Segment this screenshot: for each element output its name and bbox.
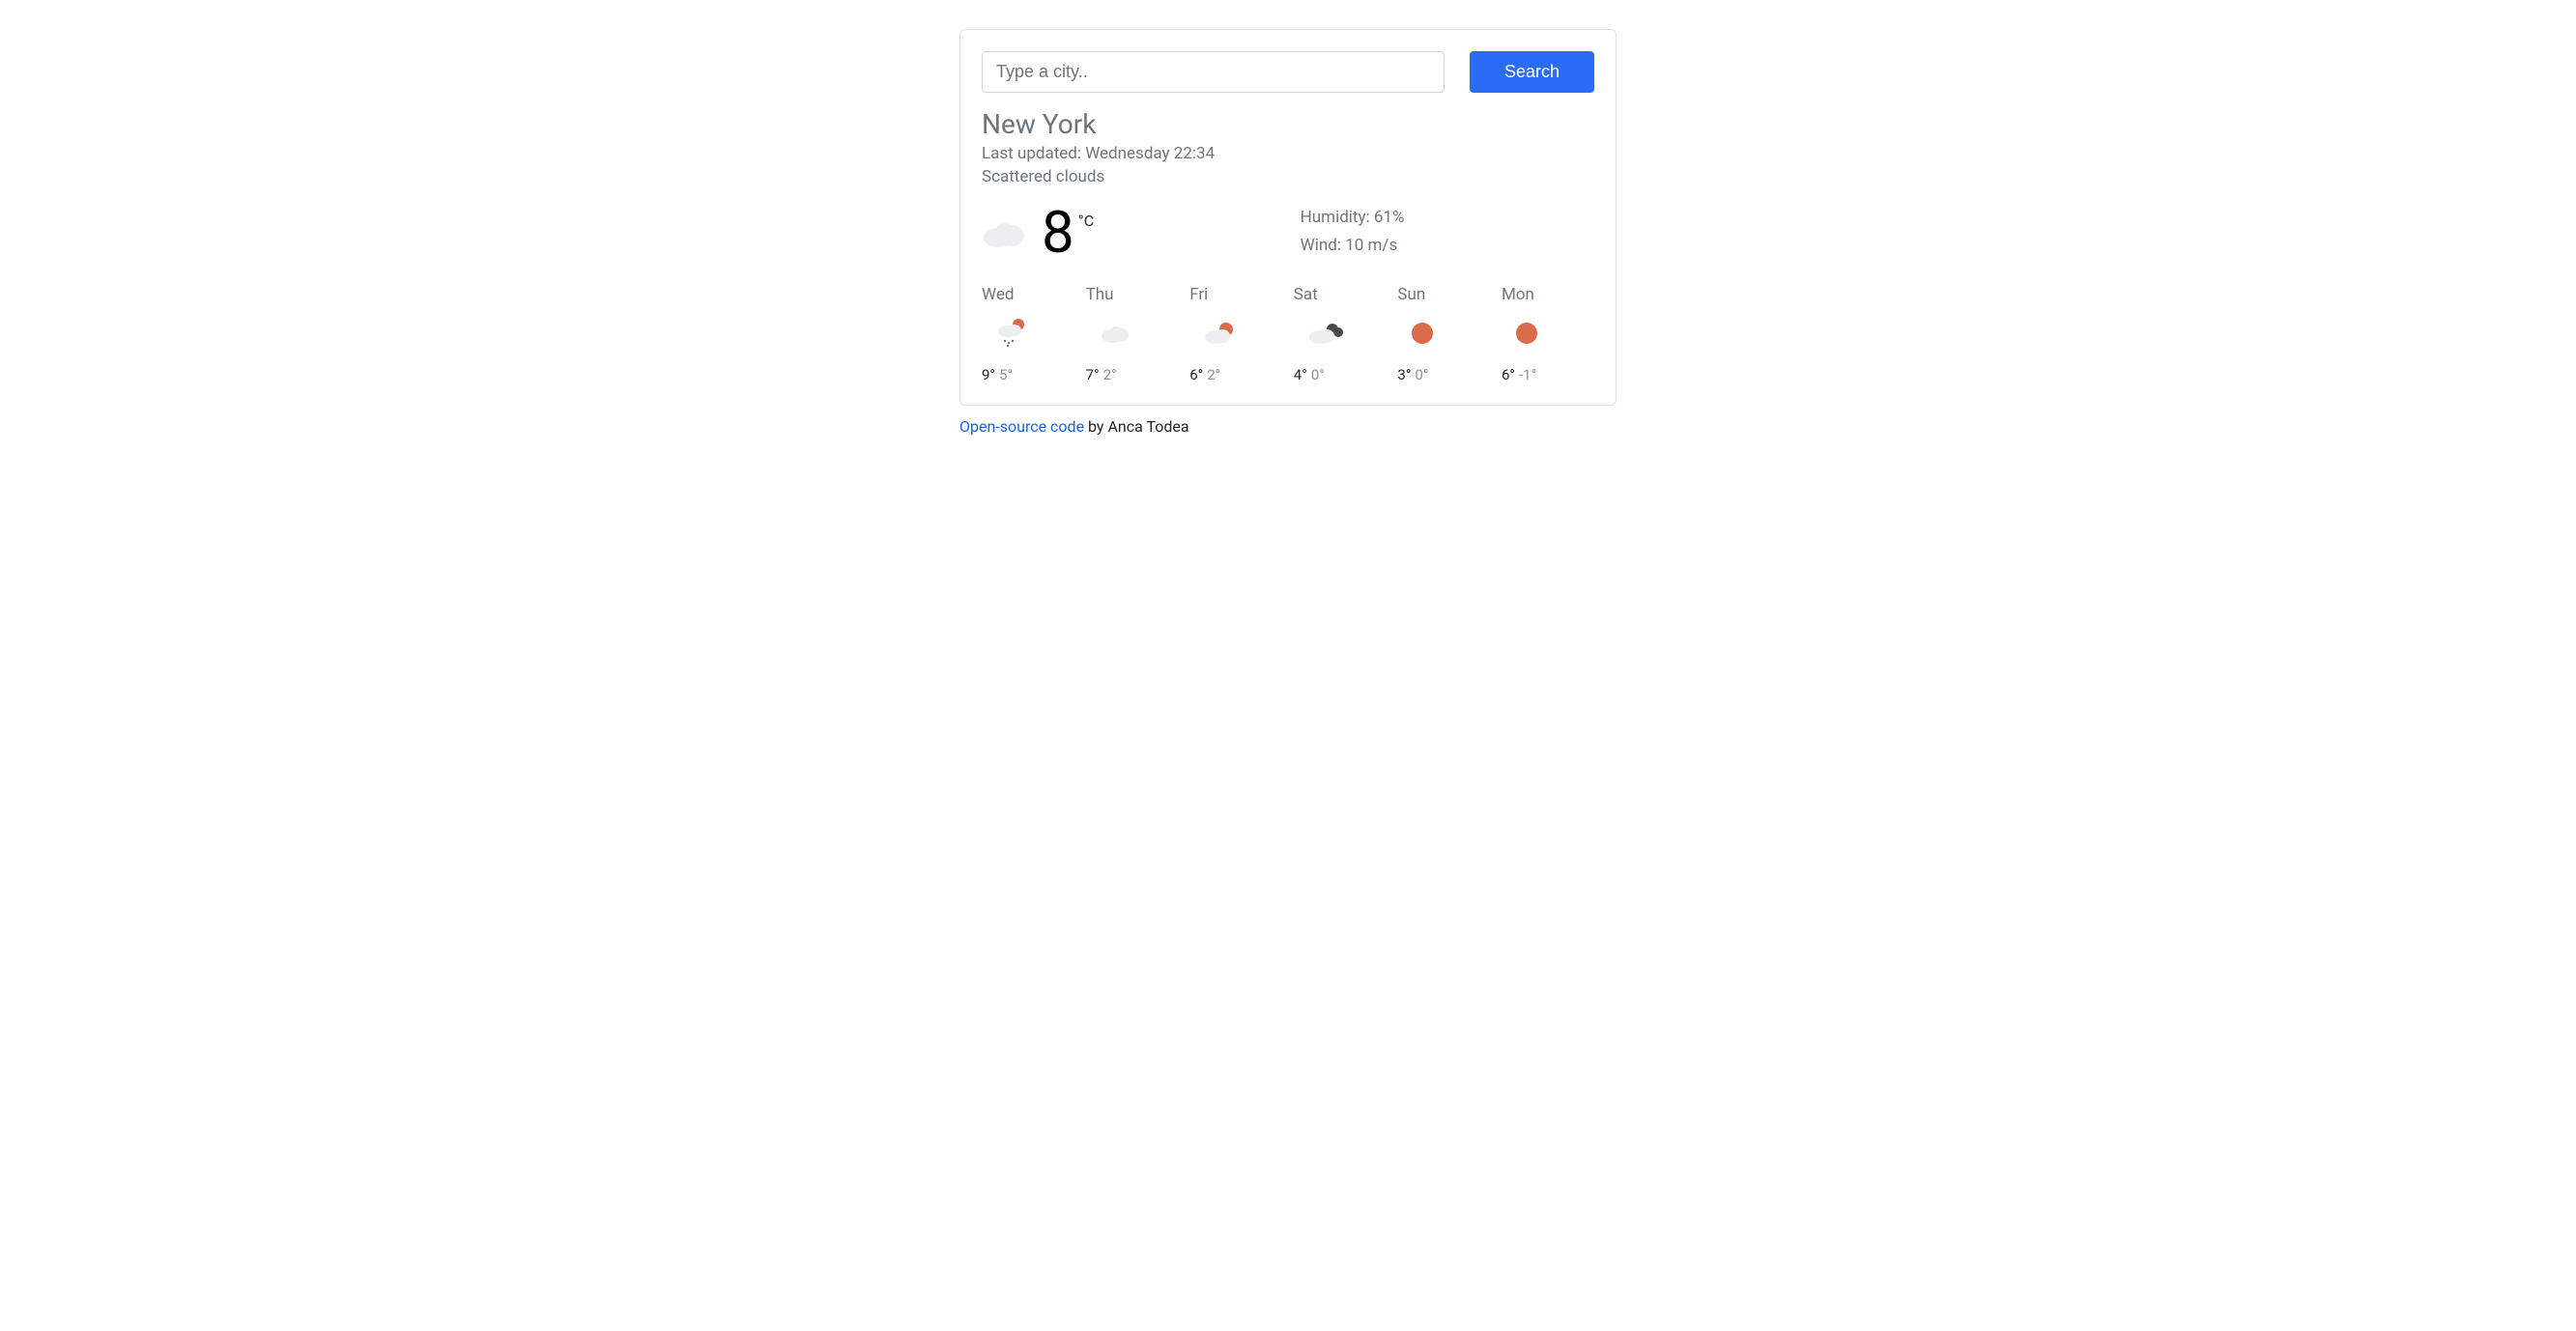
last-updated-value: Wednesday 22:34 xyxy=(1085,144,1215,163)
forecast-day: Sun 3°0° xyxy=(1397,285,1490,383)
search-button[interactable]: Search xyxy=(1470,51,1594,93)
dark-cloud-icon xyxy=(1307,318,1344,349)
current-temp: 8 xyxy=(1042,204,1074,262)
open-source-link[interactable]: Open-source code xyxy=(959,417,1084,436)
footer: Open-source code by Anca Todea xyxy=(959,417,1617,436)
forecast-day: Mon 6°-1° xyxy=(1502,285,1594,383)
forecast-temps: 6°-1° xyxy=(1502,366,1536,383)
humidity-value: 61% xyxy=(1374,208,1405,227)
weather-card: Search New York Last updated: Wednesday … xyxy=(959,29,1617,406)
forecast-low: 2° xyxy=(1103,366,1117,383)
forecast-day-label: Sat xyxy=(1294,285,1318,304)
forecast-day: Sat 4°0° xyxy=(1294,285,1387,383)
forecast-temps: 9°5° xyxy=(982,366,1013,383)
sun-cloud-rain-icon xyxy=(995,318,1028,349)
cloud-icon xyxy=(1100,318,1131,349)
forecast-low: 2° xyxy=(1207,366,1220,383)
temp-unit: °C xyxy=(1078,212,1094,230)
forecast-low: -1° xyxy=(1519,366,1536,383)
forecast-temps: 3°0° xyxy=(1397,366,1428,383)
condition-text: Scattered clouds xyxy=(982,167,1594,186)
current-weather-row: 8 °C Humidity: 61% Wind: 10 m/s xyxy=(982,204,1594,262)
forecast-row: Wed9°5°Thu7°2°Fri6°2°Sat4°0°Sun3°0°Mon6°… xyxy=(982,285,1594,383)
last-updated: Last updated: Wednesday 22:34 xyxy=(982,144,1594,163)
forecast-high: 6° xyxy=(1502,366,1515,383)
forecast-day-label: Thu xyxy=(1086,285,1114,304)
humidity-label: Humidity: xyxy=(1301,208,1374,227)
current-left: 8 °C xyxy=(982,204,1301,262)
forecast-low: 5° xyxy=(999,366,1013,383)
city-search-input[interactable] xyxy=(982,51,1445,93)
forecast-day-label: Sun xyxy=(1397,285,1425,304)
forecast-day-label: Mon xyxy=(1502,285,1534,304)
forecast-high: 6° xyxy=(1189,366,1203,383)
search-row: Search xyxy=(982,51,1594,93)
current-details: Humidity: 61% Wind: 10 m/s xyxy=(1301,204,1405,260)
last-updated-prefix: Last updated: xyxy=(982,144,1085,163)
wind-label: Wind: xyxy=(1301,236,1346,255)
forecast-high: 9° xyxy=(982,366,995,383)
forecast-day-label: Wed xyxy=(982,285,1014,304)
humidity-row: Humidity: 61% xyxy=(1301,204,1405,232)
forecast-day: Fri 6°2° xyxy=(1189,285,1282,383)
wind-row: Wind: 10 m/s xyxy=(1301,232,1405,260)
forecast-day-label: Fri xyxy=(1189,285,1208,304)
forecast-temps: 4°0° xyxy=(1294,366,1325,383)
sun-cloud-icon xyxy=(1203,318,1236,349)
wind-value: 10 m/s xyxy=(1345,236,1397,255)
footer-by-text: by Anca Todea xyxy=(1084,417,1189,436)
sun-icon xyxy=(1515,318,1538,349)
forecast-low: 0° xyxy=(1415,366,1428,383)
forecast-high: 3° xyxy=(1397,366,1411,383)
forecast-high: 7° xyxy=(1086,366,1100,383)
forecast-temps: 7°2° xyxy=(1086,366,1117,383)
forecast-high: 4° xyxy=(1294,366,1307,383)
sun-icon xyxy=(1411,318,1434,349)
forecast-low: 0° xyxy=(1311,366,1325,383)
forecast-temps: 6°2° xyxy=(1189,366,1220,383)
forecast-day: Thu 7°2° xyxy=(1086,285,1179,383)
cloud-icon xyxy=(982,218,1026,247)
forecast-day: Wed 9°5° xyxy=(982,285,1074,383)
city-name: New York xyxy=(982,108,1594,140)
